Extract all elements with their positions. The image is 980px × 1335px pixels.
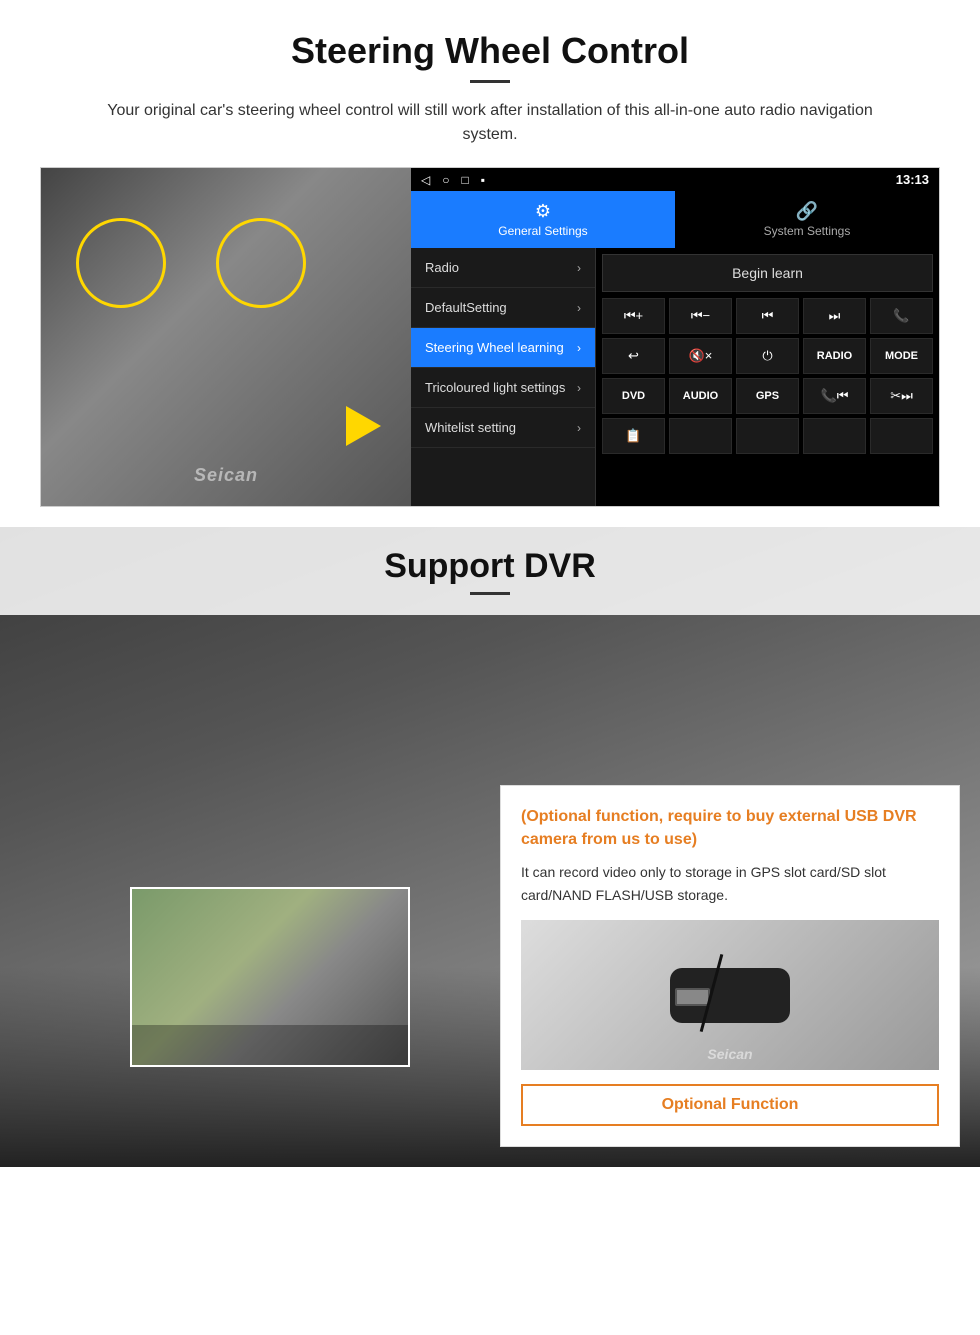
steering-screenshot: Seican ◁ ○ □ ▪ 13:13 ⚙ General Settings	[40, 167, 940, 507]
ctrl-audio[interactable]: AUDIO	[669, 378, 732, 414]
menu-item-whitelist[interactable]: Whitelist setting ›	[411, 408, 595, 448]
ctrl-dvd[interactable]: DVD	[602, 378, 665, 414]
dvr-preview-image	[130, 887, 410, 1067]
ctrl-empty-3	[803, 418, 866, 454]
menu-item-tricoloured[interactable]: Tricoloured light settings ›	[411, 368, 595, 408]
android-panel: ◁ ○ □ ▪ 13:13 ⚙ General Settings 🔗 Syste…	[411, 168, 939, 506]
android-content: Radio › DefaultSetting › Steering Wheel …	[411, 248, 939, 506]
menu-item-defaultsetting[interactable]: DefaultSetting ›	[411, 288, 595, 328]
chevron-icon-4: ›	[577, 381, 581, 395]
tab-system-settings[interactable]: 🔗 System Settings	[675, 191, 939, 248]
menu-default-label: DefaultSetting	[425, 300, 507, 315]
ctrl-vol-down[interactable]: ⏮−	[669, 298, 732, 334]
steering-divider	[470, 80, 510, 83]
ctrl-prev[interactable]: ⏮	[736, 298, 799, 334]
camera-body	[670, 968, 790, 1023]
steering-section: Steering Wheel Control Your original car…	[0, 0, 980, 527]
ctrl-vol-up[interactable]: ⏮+	[602, 298, 665, 334]
back-icon[interactable]: ◁	[421, 173, 430, 187]
chevron-icon: ›	[577, 261, 581, 275]
menu-icon[interactable]: ▪	[481, 173, 485, 187]
ctrl-back[interactable]: ↩	[602, 338, 665, 374]
chevron-icon-5: ›	[577, 421, 581, 435]
menu-whitelist-label: Whitelist setting	[425, 420, 516, 435]
dvr-camera-image: Seican	[521, 920, 939, 1070]
wheel-circle-left	[76, 218, 166, 308]
ctrl-next[interactable]: ⏭	[803, 298, 866, 334]
ctrl-mode[interactable]: MODE	[870, 338, 933, 374]
dvr-title-overlay: Support DVR	[0, 527, 980, 615]
dvr-info-card: (Optional function, require to buy exter…	[500, 785, 960, 1147]
system-settings-icon: 🔗	[681, 201, 933, 222]
menu-swl-label: Steering Wheel learning	[425, 340, 564, 355]
menu-item-steering-wheel-learning[interactable]: Steering Wheel learning ›	[411, 328, 595, 368]
dvr-divider	[470, 592, 510, 595]
android-tabs: ⚙ General Settings 🔗 System Settings	[411, 191, 939, 248]
ctrl-gps[interactable]: GPS	[736, 378, 799, 414]
arrow-indicator	[346, 406, 381, 446]
ctrl-power[interactable]: ⏻	[736, 338, 799, 374]
seican-dvr-watermark: Seican	[707, 1046, 752, 1062]
usb-plug	[675, 988, 710, 1006]
statusbar-time: 13:13	[896, 172, 929, 187]
ctrl-phone-next[interactable]: ✂⏭	[870, 378, 933, 414]
ctrl-radio[interactable]: RADIO	[803, 338, 866, 374]
ctrl-phone[interactable]: 📞	[870, 298, 933, 334]
steering-wheel-bg: Seican	[41, 168, 411, 506]
general-settings-icon: ⚙	[417, 201, 669, 222]
tab-system-label: System Settings	[764, 224, 851, 238]
dvr-optional-title: (Optional function, require to buy exter…	[521, 806, 939, 851]
steering-wheel-image: Seican	[41, 168, 411, 506]
steering-title: Steering Wheel Control	[40, 30, 940, 72]
seican-watermark: Seican	[194, 465, 258, 486]
begin-learn-row: Begin learn	[602, 254, 933, 292]
chevron-icon-2: ›	[577, 301, 581, 315]
statusbar-nav-icons: ◁ ○ □ ▪	[421, 173, 485, 187]
recents-icon[interactable]: □	[461, 173, 468, 187]
menu-radio-label: Radio	[425, 260, 459, 275]
ctrl-phone-prev[interactable]: 📞⏮	[803, 378, 866, 414]
dvr-title: Support DVR	[20, 547, 960, 586]
control-buttons-grid: ⏮+ ⏮− ⏮ ⏭ 📞 ↩ 🔇× ⏻ RADIO MODE DVD AUDIO …	[602, 298, 933, 454]
ctrl-empty-1	[669, 418, 732, 454]
tab-general-settings[interactable]: ⚙ General Settings	[411, 191, 675, 248]
menu-item-radio[interactable]: Radio ›	[411, 248, 595, 288]
android-controls-panel: Begin learn ⏮+ ⏮− ⏮ ⏭ 📞 ↩ 🔇× ⏻ RADIO MOD…	[596, 248, 939, 506]
home-icon[interactable]: ○	[442, 173, 449, 187]
dvr-description: It can record video only to storage in G…	[521, 861, 939, 906]
steering-subtitle: Your original car's steering wheel contr…	[80, 99, 900, 147]
android-menu: Radio › DefaultSetting › Steering Wheel …	[411, 248, 596, 506]
chevron-icon-3: ›	[577, 341, 581, 355]
menu-tricoloured-label: Tricoloured light settings	[425, 380, 565, 395]
begin-learn-button[interactable]: Begin learn	[602, 254, 933, 292]
ctrl-mute[interactable]: 🔇×	[669, 338, 732, 374]
android-statusbar: ◁ ○ □ ▪ 13:13	[411, 168, 939, 191]
dvr-background: Support DVR (Optional function, require …	[0, 527, 980, 1167]
ctrl-empty-4	[870, 418, 933, 454]
ctrl-extra[interactable]: 📋	[602, 418, 665, 454]
optional-function-button[interactable]: Optional Function	[521, 1084, 939, 1126]
tab-general-label: General Settings	[498, 224, 587, 238]
wheel-circle-right	[216, 218, 306, 308]
ctrl-empty-2	[736, 418, 799, 454]
dvr-section: Support DVR (Optional function, require …	[0, 527, 980, 1167]
